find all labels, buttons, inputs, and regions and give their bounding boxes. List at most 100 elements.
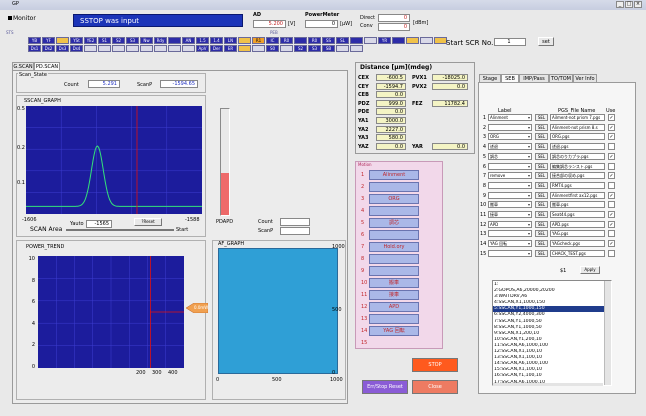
chevron-down-icon[interactable]: ▾ bbox=[528, 183, 532, 188]
chevron-down-icon[interactable]: ▾ bbox=[528, 241, 532, 246]
script-file-input[interactable]: ORG.pgs bbox=[550, 133, 605, 141]
script-label-input[interactable]: 調芯 bbox=[488, 152, 532, 160]
sel-button[interactable]: SEL bbox=[535, 172, 548, 180]
script-file-input[interactable]: 編集調芯ランスト.pgs bbox=[550, 162, 605, 170]
use-checkbox[interactable] bbox=[608, 230, 615, 238]
chevron-down-icon[interactable]: ▾ bbox=[528, 134, 532, 139]
close-window-button[interactable]: × bbox=[634, 1, 642, 8]
use-checkbox[interactable] bbox=[608, 249, 615, 257]
script-file-input[interactable]: Ailment-not prism 7.pgs bbox=[550, 114, 605, 121]
sel-button[interactable]: SEL bbox=[535, 220, 548, 228]
sel-button[interactable]: SEL bbox=[535, 181, 548, 189]
apply-button[interactable]: Apply bbox=[580, 266, 600, 274]
listbox-hscrollbar[interactable] bbox=[493, 383, 603, 386]
script-label-input[interactable]: 述退 bbox=[488, 143, 532, 151]
sel-button[interactable]: SEL bbox=[535, 230, 548, 238]
motion-button[interactable] bbox=[369, 230, 419, 240]
script-listbox[interactable]: 1: 2:GOPOS,A6,20000,20200 3:WAITDRV,A6 4:SS… bbox=[492, 280, 612, 386]
script-file-input[interactable]: APD.pgs bbox=[550, 220, 605, 228]
script-label-input[interactable]: ORG bbox=[488, 133, 532, 141]
script-label-input[interactable] bbox=[488, 123, 532, 131]
sel-button[interactable]: SEL bbox=[535, 191, 548, 199]
use-checkbox[interactable]: ✓ bbox=[608, 123, 615, 131]
script-file-input[interactable]: CHACK_TEST.pgs bbox=[550, 249, 605, 257]
use-checkbox[interactable] bbox=[608, 143, 615, 151]
use-checkbox[interactable]: ✓ bbox=[608, 220, 615, 228]
chevron-down-icon[interactable]: ▾ bbox=[528, 115, 532, 120]
script-file-input[interactable]: Alinment-not prism 8.s bbox=[550, 123, 605, 131]
script-label-input[interactable]: YAG 回転 bbox=[488, 240, 532, 248]
motion-button[interactable]: 接車 bbox=[369, 290, 419, 300]
script-label-input[interactable] bbox=[488, 162, 532, 170]
sel-button[interactable]: SEL bbox=[535, 123, 548, 131]
script-label-input[interactable] bbox=[488, 249, 532, 257]
motion-button[interactable]: 調芯 bbox=[369, 218, 419, 228]
motion-button[interactable]: APD bbox=[369, 302, 419, 312]
sel-button[interactable]: SEL bbox=[535, 133, 548, 141]
chevron-down-icon[interactable]: ▾ bbox=[528, 144, 532, 149]
close-button[interactable]: Close bbox=[412, 380, 458, 394]
script-file-input[interactable]: Seat44.pgs bbox=[550, 211, 605, 218]
sel-button[interactable]: SEL bbox=[535, 211, 548, 218]
err-stop-reset-button[interactable]: Err/Stop Reset bbox=[362, 380, 408, 394]
minimize-button[interactable]: _ bbox=[616, 1, 624, 8]
motion-button[interactable]: ORG bbox=[369, 194, 419, 204]
use-checkbox[interactable]: ✓ bbox=[608, 240, 615, 248]
script-file-input[interactable]: 調芯のりカプラ.pgs bbox=[550, 152, 605, 160]
use-checkbox[interactable]: ✓ bbox=[608, 191, 615, 199]
motion-button[interactable] bbox=[369, 206, 419, 216]
script-file-input[interactable]: YAG.pgs bbox=[550, 230, 605, 238]
start-scr-set-button[interactable]: set bbox=[538, 37, 554, 46]
script-label-input[interactable] bbox=[488, 191, 532, 199]
motion-button[interactable] bbox=[369, 182, 419, 192]
script-file-input[interactable]: 搬車.pgs bbox=[550, 201, 605, 209]
use-checkbox[interactable] bbox=[608, 201, 615, 209]
motion-button[interactable] bbox=[369, 254, 419, 264]
sel-button[interactable]: SEL bbox=[535, 143, 548, 151]
sel-button[interactable]: SEL bbox=[535, 240, 548, 248]
use-checkbox[interactable]: ✓ bbox=[608, 114, 615, 121]
sel-button[interactable]: SEL bbox=[535, 114, 548, 121]
script-label-input[interactable]: 接車 bbox=[488, 211, 532, 218]
use-checkbox[interactable]: ✓ bbox=[608, 152, 615, 160]
chevron-down-icon[interactable]: ▾ bbox=[528, 125, 532, 130]
motion-button[interactable]: Hold.ory bbox=[369, 242, 419, 252]
start-scr-input[interactable]: 1 bbox=[494, 38, 526, 46]
script-label-input[interactable]: APD bbox=[488, 220, 532, 228]
sel-button[interactable]: SEL bbox=[535, 152, 548, 160]
motion-button[interactable] bbox=[369, 266, 419, 276]
script-file-input[interactable]: 述退.pgs bbox=[550, 143, 605, 151]
script-label-input[interactable] bbox=[488, 181, 532, 189]
sel-button[interactable]: SEL bbox=[535, 162, 548, 170]
sel-button[interactable]: SEL bbox=[535, 201, 548, 209]
motion-button[interactable]: 搬車 bbox=[369, 278, 419, 288]
script-label-input[interactable]: 搬車 bbox=[488, 201, 532, 209]
maximize-button[interactable]: □ bbox=[625, 1, 633, 8]
reset-button[interactable]: ?Reset bbox=[134, 218, 162, 226]
use-checkbox[interactable] bbox=[608, 181, 615, 189]
use-checkbox[interactable]: ✓ bbox=[608, 133, 615, 141]
stop-button[interactable]: STOP bbox=[412, 358, 458, 372]
chevron-down-icon[interactable]: ▾ bbox=[528, 193, 532, 198]
motion-button[interactable] bbox=[369, 314, 419, 324]
chevron-down-icon[interactable]: ▾ bbox=[528, 154, 532, 159]
sel-button[interactable]: SEL bbox=[535, 249, 548, 257]
use-checkbox[interactable]: ✓ bbox=[608, 172, 615, 180]
chevron-down-icon[interactable]: ▾ bbox=[528, 202, 532, 207]
script-file-input[interactable]: YAGcheck.pgs bbox=[550, 240, 605, 248]
chevron-down-icon[interactable]: ▾ bbox=[528, 164, 532, 169]
use-checkbox[interactable] bbox=[608, 162, 615, 170]
script-label-input[interactable]: Alinment bbox=[488, 114, 532, 121]
chevron-down-icon[interactable]: ▾ bbox=[528, 173, 532, 178]
chevron-down-icon[interactable]: ▾ bbox=[528, 222, 532, 227]
motion-button[interactable]: YAG 回転 bbox=[369, 326, 419, 336]
motion-button[interactable]: Alinment bbox=[369, 170, 419, 180]
script-label-input[interactable] bbox=[488, 230, 532, 238]
script-file-input[interactable]: Alinmentfirst ax12.pgs bbox=[550, 191, 605, 199]
chevron-down-icon[interactable]: ▾ bbox=[528, 212, 532, 217]
chevron-down-icon[interactable]: ▾ bbox=[528, 251, 532, 256]
use-checkbox[interactable]: ✓ bbox=[608, 211, 615, 218]
scan-area-slider[interactable] bbox=[66, 229, 174, 231]
chevron-down-icon[interactable]: ▾ bbox=[528, 231, 532, 236]
script-file-input[interactable]: RMT4.pgs bbox=[550, 181, 605, 189]
